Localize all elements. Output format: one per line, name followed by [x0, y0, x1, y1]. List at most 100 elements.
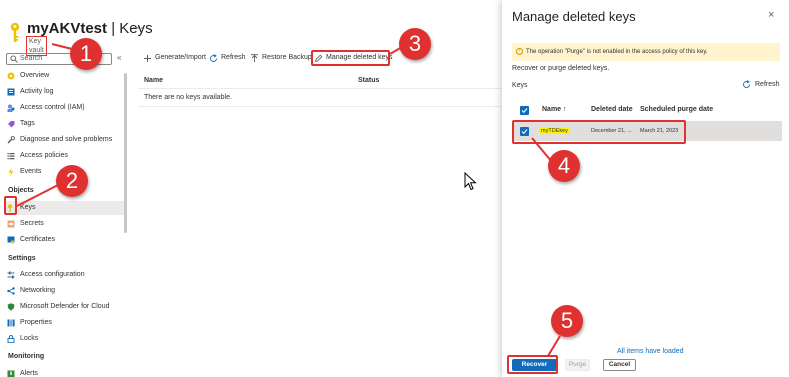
sidebar-item-label: Tags	[20, 120, 35, 127]
all-items-loaded-text: All items have loaded	[617, 348, 684, 355]
more-options-button[interactable]: ···	[132, 20, 144, 34]
generate-import-label: Generate/Import	[155, 54, 206, 61]
overview-icon	[7, 72, 15, 80]
search-icon	[10, 55, 18, 63]
properties-icon	[7, 319, 15, 327]
sidebar-item-label: Microsoft Defender for Cloud	[20, 303, 110, 310]
refresh-icon	[210, 54, 217, 62]
sidebar-item-label: Properties	[20, 319, 52, 326]
table-divider	[138, 106, 502, 107]
sidebar-item-networking[interactable]: Networking	[6, 284, 124, 298]
restore-backup-label: Restore Backup	[262, 54, 312, 61]
sidebar-item-label: Diagnose and solve problems	[20, 136, 113, 143]
column-deleted-date[interactable]: Deleted date	[591, 106, 633, 113]
sidebar-item-defender[interactable]: Microsoft Defender for Cloud	[6, 300, 124, 314]
sidebar-item-keys[interactable]: Keys	[6, 201, 124, 215]
sidebar-item-alerts[interactable]: Alerts	[6, 367, 124, 377]
step-badge-4: 4	[548, 150, 580, 182]
search-placeholder: Search	[20, 55, 43, 62]
refresh-button[interactable]: Refresh	[209, 51, 246, 65]
close-icon[interactable]: ×	[768, 9, 774, 21]
sidebar-item-secrets[interactable]: Secrets	[6, 217, 124, 231]
cancel-button[interactable]: Cancel	[603, 359, 636, 371]
panel-refresh-label: Refresh	[755, 81, 780, 88]
deleted-key-row-highlight	[512, 120, 686, 144]
sidebar-item-certificates[interactable]: Certificates	[6, 233, 124, 247]
sidebar-item-label: Locks	[20, 335, 39, 342]
sidebar-item-label: Access configuration	[20, 271, 85, 278]
sidebar-item-diagnose[interactable]: Diagnose and solve problems	[6, 133, 124, 147]
sidebar-item-label: Networking	[20, 287, 56, 294]
alerts-icon	[7, 370, 15, 377]
restore-backup-button[interactable]: Restore Backup	[250, 51, 312, 65]
sidebar-item-label: Access policies	[20, 152, 68, 159]
manage-deleted-keys-highlight	[311, 50, 390, 66]
sidebar-section-monitoring: Monitoring	[8, 353, 45, 360]
wrench-icon	[7, 136, 15, 144]
step-badge-3: 3	[399, 28, 431, 60]
sidebar-item-properties[interactable]: Properties	[6, 316, 124, 330]
refresh-icon	[743, 80, 750, 88]
generate-import-button[interactable]: Generate/Import	[143, 51, 206, 65]
sidebar-section-objects: Objects	[8, 187, 34, 194]
refresh-label: Refresh	[221, 54, 246, 61]
empty-table-message: There are no keys available.	[144, 94, 232, 101]
sidebar-item-label: Overview	[20, 72, 50, 79]
checkmark-icon	[521, 108, 528, 114]
column-status[interactable]: Status	[358, 77, 379, 84]
lock-icon	[7, 335, 15, 343]
collapse-sidebar-button[interactable]: «	[117, 53, 121, 62]
sidebar-scrollbar[interactable]	[124, 73, 127, 233]
plus-icon	[144, 55, 151, 62]
sidebar-item-label: Access control (IAM)	[20, 104, 85, 111]
recover-button-highlight	[507, 355, 558, 374]
column-purge-date[interactable]: Scheduled purge date	[640, 106, 713, 113]
key-vault-icon	[10, 22, 20, 42]
step-badge-1: 1	[70, 38, 102, 70]
resource-name: myAKVtest	[27, 20, 108, 37]
sidebar-item-access-control[interactable]: Access control (IAM)	[6, 101, 124, 115]
purge-button[interactable]: Purge	[565, 359, 590, 371]
sidebar-section-settings: Settings	[8, 255, 36, 262]
sidebar-item-label: Activity log	[20, 88, 54, 95]
keys-table-header: Name Status	[138, 73, 502, 89]
sidebar-item-activity-log[interactable]: Activity log	[6, 85, 124, 99]
sidebar-item-label: Keys	[20, 204, 36, 211]
title-separator: |	[111, 20, 116, 37]
step-badge-2: 2	[56, 165, 88, 197]
warning-icon: !	[516, 48, 523, 55]
sidebar-item-label: Certificates	[20, 236, 56, 243]
sidebar-item-access-policies[interactable]: Access policies	[6, 149, 124, 163]
sliders-icon	[7, 271, 15, 279]
select-all-checkbox[interactable]	[520, 106, 529, 115]
mouse-cursor-icon	[464, 172, 477, 191]
list-icon	[7, 153, 15, 160]
sidebar-item-label: Secrets	[20, 220, 44, 227]
lightning-icon	[8, 168, 14, 176]
step-badge-5: 5	[551, 305, 583, 337]
keys-nav-highlight	[4, 196, 17, 215]
iam-icon	[7, 104, 15, 112]
certificate-icon	[7, 236, 15, 244]
panel-title: Manage deleted keys	[512, 9, 636, 24]
purge-warning-banner: ! The operation "Purge" is not enabled i…	[512, 43, 780, 61]
shield-icon	[7, 303, 15, 311]
upload-icon	[251, 54, 258, 62]
keys-label: Keys	[512, 82, 528, 89]
panel-subtitle: Recover or purge deleted keys.	[512, 65, 610, 72]
activity-log-icon	[7, 88, 15, 96]
warning-text: The operation "Purge" is not enabled in …	[526, 49, 708, 55]
sidebar-item-label: Alerts	[20, 370, 38, 377]
network-icon	[7, 287, 15, 295]
manage-deleted-keys-panel: Manage deleted keys × ! The operation "P…	[502, 0, 789, 377]
sidebar-item-tags[interactable]: Tags	[6, 117, 124, 131]
column-key-name[interactable]: Name ↑	[542, 106, 567, 113]
column-name[interactable]: Name	[144, 77, 163, 84]
sidebar-item-overview[interactable]: Overview	[6, 69, 124, 83]
tag-icon	[8, 121, 15, 128]
sidebar-item-label: Events	[20, 168, 42, 175]
sidebar-item-access-configuration[interactable]: Access configuration	[6, 268, 124, 282]
secret-icon	[7, 220, 15, 228]
sidebar-item-locks[interactable]: Locks	[6, 332, 124, 346]
panel-refresh-button[interactable]: Refresh	[742, 80, 780, 90]
